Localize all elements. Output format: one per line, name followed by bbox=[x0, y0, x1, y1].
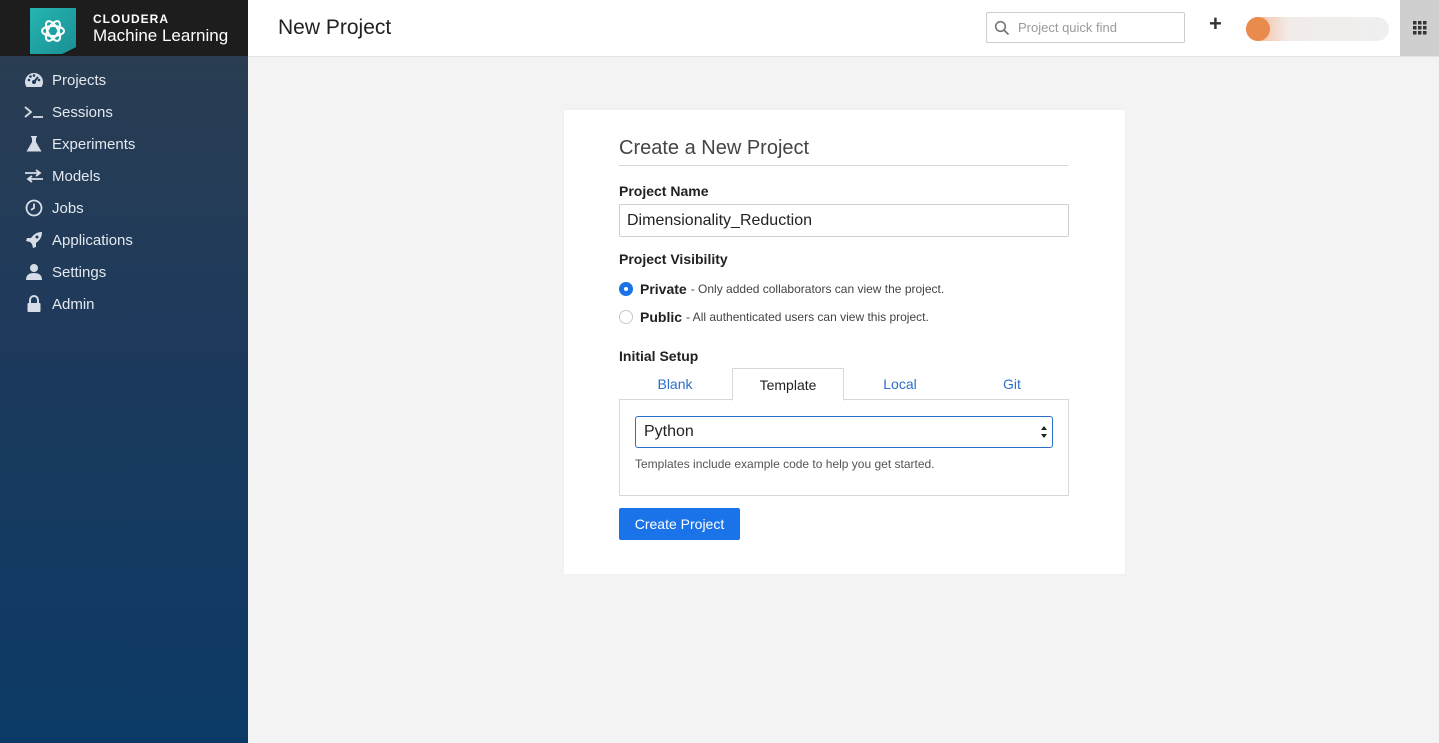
template-select-value: Python bbox=[644, 423, 694, 440]
avatar bbox=[1246, 17, 1270, 41]
sidebar-nav: Projects Sessions Experiments Models Job… bbox=[0, 64, 248, 320]
private-title: Private bbox=[640, 281, 687, 297]
user-icon bbox=[24, 262, 44, 282]
sidebar-item-experiments[interactable]: Experiments bbox=[0, 128, 248, 160]
brand-product: Machine Learning bbox=[93, 25, 229, 45]
sidebar-item-label: Projects bbox=[52, 71, 107, 89]
form-title: Create a New Project bbox=[619, 137, 1068, 166]
sidebar-item-projects[interactable]: Projects bbox=[0, 64, 248, 96]
template-tab-panel: Python Templates include example code to… bbox=[619, 399, 1069, 496]
private-radio[interactable] bbox=[619, 282, 633, 296]
initial-setup-label: Initial Setup bbox=[619, 348, 699, 364]
template-select[interactable]: Python bbox=[635, 416, 1053, 448]
lock-icon bbox=[24, 294, 44, 314]
rocket-icon bbox=[24, 230, 44, 250]
dashboard-icon bbox=[24, 70, 44, 90]
sidebar-item-settings[interactable]: Settings bbox=[0, 256, 248, 288]
create-project-button[interactable]: Create Project bbox=[619, 508, 740, 540]
sidebar-item-applications[interactable]: Applications bbox=[0, 224, 248, 256]
project-name-input[interactable] bbox=[619, 204, 1069, 237]
project-visibility-label: Project Visibility bbox=[619, 251, 728, 267]
public-title: Public bbox=[640, 309, 683, 325]
tab-blank[interactable]: Blank bbox=[619, 368, 731, 400]
sidebar-item-label: Models bbox=[52, 167, 101, 185]
tab-template[interactable]: Template bbox=[732, 368, 844, 401]
brand-text: CLOUDERA Machine Learning bbox=[93, 13, 228, 44]
tab-local[interactable]: Local bbox=[844, 368, 956, 400]
flask-icon bbox=[24, 134, 44, 154]
public-description: - All authenticated users can view this … bbox=[686, 310, 929, 324]
user-menu[interactable] bbox=[1246, 17, 1389, 41]
new-project-form: Create a New Project Project Name Projec… bbox=[564, 110, 1125, 574]
sidebar-item-models[interactable]: Models bbox=[0, 160, 248, 192]
sidebar-item-label: Applications bbox=[52, 231, 133, 249]
brand-company: CLOUDERA bbox=[93, 11, 169, 26]
cloudera-logo-icon[interactable] bbox=[30, 8, 76, 54]
grid-icon bbox=[1412, 21, 1426, 35]
atom-icon bbox=[41, 20, 65, 42]
project-search[interactable] bbox=[986, 12, 1185, 43]
sidebar-item-label: Sessions bbox=[52, 103, 113, 121]
page-title: New Project bbox=[278, 16, 392, 39]
template-help-text: Templates include example code to help y… bbox=[635, 457, 935, 471]
sidebar: CLOUDERA Machine Learning Projects Sessi… bbox=[0, 0, 248, 743]
exchange-icon bbox=[24, 166, 44, 186]
search-input[interactable] bbox=[1016, 19, 1180, 36]
public-radio[interactable] bbox=[619, 310, 633, 324]
sidebar-item-label: Experiments bbox=[52, 135, 136, 153]
sidebar-item-jobs[interactable]: Jobs bbox=[0, 192, 248, 224]
tab-git[interactable]: Git bbox=[956, 368, 1068, 400]
sidebar-item-label: Admin bbox=[52, 295, 95, 313]
clock-icon bbox=[24, 198, 44, 218]
project-name-label: Project Name bbox=[619, 183, 709, 199]
visibility-private-option[interactable]: Private - Only added collaborators can v… bbox=[619, 281, 944, 297]
terminal-icon bbox=[24, 102, 44, 122]
sidebar-item-label: Settings bbox=[52, 263, 107, 281]
sidebar-item-admin[interactable]: Admin bbox=[0, 288, 248, 320]
visibility-public-option[interactable]: Public - All authenticated users can vie… bbox=[619, 309, 929, 325]
brand-header: CLOUDERA Machine Learning bbox=[0, 0, 248, 56]
search-icon bbox=[994, 20, 1010, 35]
select-arrows-icon bbox=[1041, 426, 1047, 438]
private-description: - Only added collaborators can view the … bbox=[690, 282, 945, 296]
add-icon[interactable]: + bbox=[1209, 13, 1225, 35]
apps-grid-button[interactable] bbox=[1400, 0, 1439, 56]
sidebar-item-label: Jobs bbox=[52, 199, 84, 217]
sidebar-item-sessions[interactable]: Sessions bbox=[0, 96, 248, 128]
top-header: New Project + bbox=[248, 0, 1439, 57]
setup-tabs: Blank Template Local Git bbox=[619, 368, 1069, 401]
